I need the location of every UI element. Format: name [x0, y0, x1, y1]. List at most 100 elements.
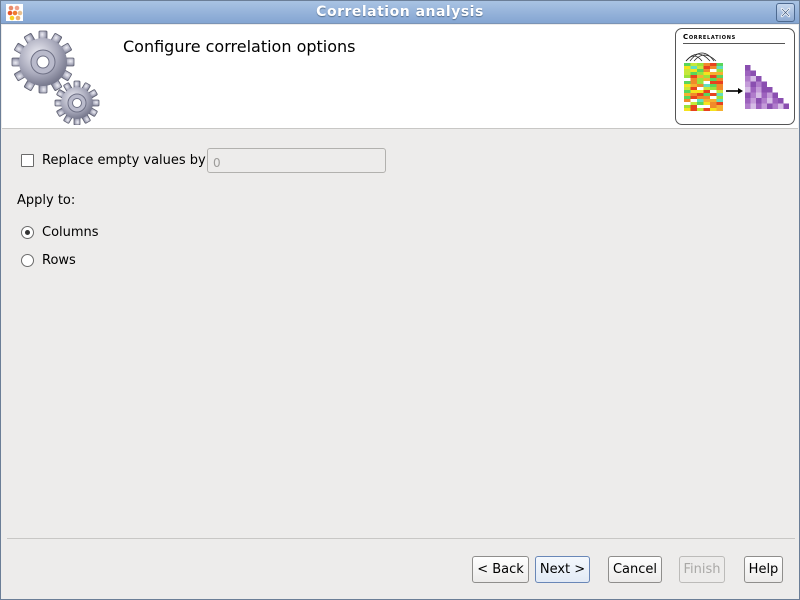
matrix-cell — [761, 98, 767, 104]
heatmap-cell — [703, 72, 710, 75]
heatmap-cell — [690, 99, 697, 102]
matrix-cell — [750, 81, 756, 87]
heatmap-cell — [697, 78, 704, 81]
matrix-cell — [756, 81, 762, 87]
heatmap-cell — [697, 81, 704, 84]
matrix-cell — [750, 70, 756, 76]
heatmap-cell — [710, 93, 717, 96]
heatmap-cell — [684, 66, 691, 69]
columns-radio-label[interactable]: Columns — [42, 225, 99, 240]
title-bar[interactable]: Correlation analysis — [1, 1, 799, 24]
matrix-cell — [745, 87, 751, 93]
apply-to-label-row: Apply to: — [17, 193, 75, 208]
heatmap-cell — [716, 99, 723, 102]
heatmap-cell — [716, 90, 723, 93]
heatmap-cell — [710, 78, 717, 81]
matrix-cell — [778, 98, 784, 104]
heatmap-cell — [690, 72, 697, 75]
footer-separator — [7, 538, 795, 539]
heatmap-cell — [697, 96, 704, 99]
replace-empty-row: Replace empty values by — [21, 153, 206, 168]
heatmap-cell — [716, 72, 723, 75]
heatmap-cell — [716, 69, 723, 72]
matrix-cell — [767, 87, 773, 93]
correlations-illustration: Correlations — [675, 28, 795, 125]
wizard-header: Configure correlation options Correlatio… — [2, 25, 798, 129]
matrix-cell — [767, 98, 773, 104]
matrix-cell — [761, 103, 767, 109]
rows-radio-label[interactable]: Rows — [42, 253, 76, 268]
matrix-cell — [745, 103, 751, 109]
matrix-cell — [745, 76, 751, 82]
options-panel: Replace empty values by Apply to: Column… — [2, 131, 798, 531]
heatmap-cell — [710, 81, 717, 84]
heatmap-cell — [716, 108, 723, 111]
matrix-cell — [750, 92, 756, 98]
heatmap-cell — [697, 72, 704, 75]
heatmap-cell — [697, 99, 704, 102]
heatmap-cell — [710, 63, 717, 66]
heatmap-cell — [684, 72, 691, 75]
rows-radio-button[interactable] — [21, 254, 34, 267]
heatmap-cell — [690, 75, 697, 78]
heatmap-cell — [697, 93, 704, 96]
heatmap-cell — [710, 69, 717, 72]
next-button[interactable]: Next > — [535, 556, 590, 583]
heatmap-cell — [716, 84, 723, 87]
heatmap-cell — [697, 84, 704, 87]
matrix-cell — [767, 92, 773, 98]
heatmap-cell — [710, 72, 717, 75]
heatmap-cell — [684, 87, 691, 90]
heatmap-cell — [697, 66, 704, 69]
heatmap-cell — [690, 66, 697, 69]
radio-rows[interactable]: Rows — [21, 253, 76, 268]
heatmap-cell — [703, 66, 710, 69]
apply-to-label: Apply to: — [17, 193, 76, 208]
matrix-cell — [772, 92, 778, 98]
heatmap-cell — [690, 90, 697, 93]
heatmap-cell — [703, 90, 710, 93]
heatmap-cell — [703, 84, 710, 87]
close-button[interactable] — [776, 3, 795, 22]
heatmap-cell — [690, 84, 697, 87]
heatmap-cell — [716, 96, 723, 99]
heatmap-cell — [684, 96, 691, 99]
heatmap-cell — [690, 102, 697, 105]
heatmap-cell — [697, 87, 704, 90]
replace-value-input[interactable] — [207, 148, 386, 173]
heatmap-cell — [710, 87, 717, 90]
heatmap-cell — [703, 102, 710, 105]
heatmap-cell — [690, 108, 697, 111]
dialog-window: Correlation analysis Configure correlati… — [0, 0, 800, 600]
heatmap-cell — [684, 108, 691, 111]
heatmap-cell — [703, 99, 710, 102]
matrix-cell — [772, 103, 778, 109]
heatmap-cell — [690, 105, 697, 108]
matrix-cell — [767, 103, 773, 109]
heatmap-cell — [710, 66, 717, 69]
heatmap-cell — [716, 66, 723, 69]
heatmap-cell — [703, 108, 710, 111]
radio-columns[interactable]: Columns — [21, 225, 99, 240]
columns-radio-button[interactable] — [21, 226, 34, 239]
back-button[interactable]: < Back — [472, 556, 529, 583]
matrix-cell — [750, 98, 756, 104]
heatmap-cell — [690, 69, 697, 72]
replace-empty-label[interactable]: Replace empty values by — [42, 153, 206, 168]
matrix-cell — [756, 92, 762, 98]
help-button[interactable]: Help — [744, 556, 783, 583]
heatmap-cell — [703, 105, 710, 108]
heatmap-to-matrix-icon — [684, 52, 789, 111]
heatmap-cell — [703, 93, 710, 96]
heatmap-cell — [703, 69, 710, 72]
heatmap-cell — [703, 96, 710, 99]
finish-button[interactable]: Finish — [679, 556, 725, 583]
heatmap-cell — [716, 75, 723, 78]
page-title: Configure correlation options — [123, 37, 356, 56]
heatmap-cell — [690, 81, 697, 84]
cancel-button[interactable]: Cancel — [608, 556, 662, 583]
heatmap-cell — [710, 102, 717, 105]
replace-empty-checkbox[interactable] — [21, 154, 34, 167]
close-icon — [780, 7, 791, 18]
matrix-cell — [761, 92, 767, 98]
